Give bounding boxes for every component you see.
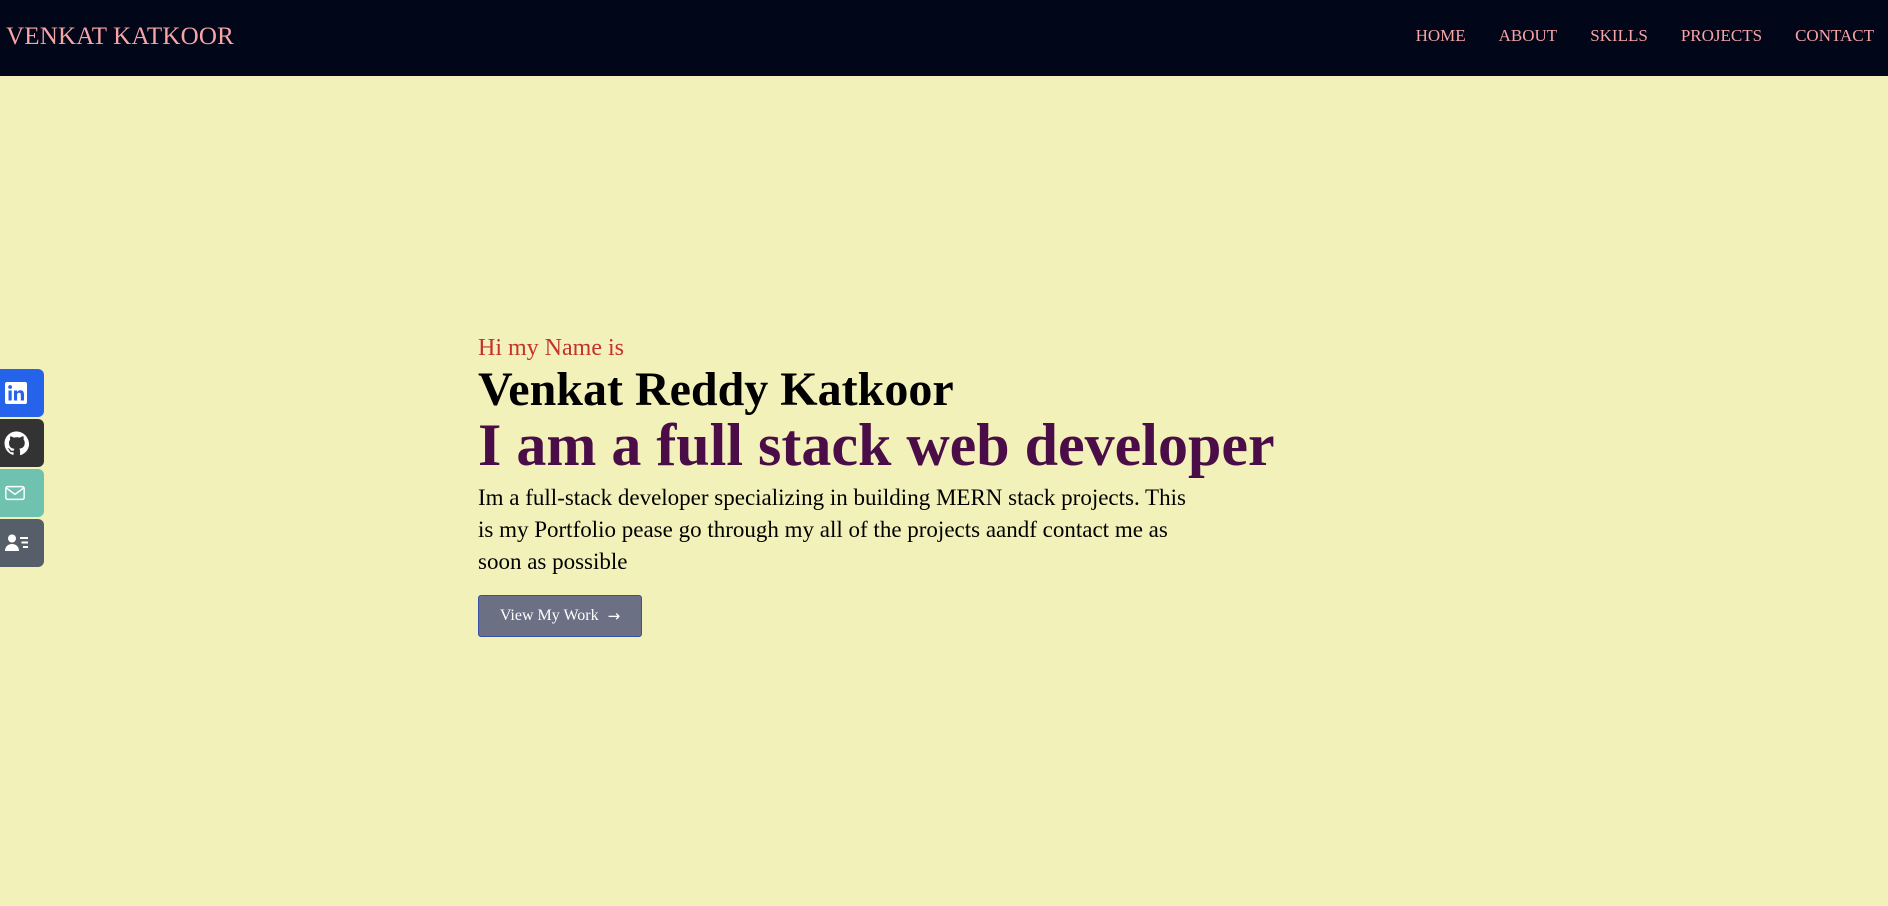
nav-link-about[interactable]: ABOUT [1499, 26, 1558, 46]
nav-link-contact[interactable]: CONTACT [1795, 26, 1874, 46]
arrow-right-icon: → [607, 607, 621, 625]
github-icon [4, 431, 29, 455]
hero-section: Hi my Name is Venkat Reddy Katkoor I am … [478, 334, 1275, 637]
nav-link-projects[interactable]: PROJECTS [1681, 26, 1762, 46]
linkedin-icon [5, 382, 27, 404]
hero-description: Im a full-stack developer specializing i… [478, 485, 1186, 574]
email-link[interactable] [0, 469, 44, 517]
greeting-text: Hi my Name is [478, 335, 624, 361]
social-sidebar [0, 369, 44, 569]
github-link[interactable] [0, 419, 44, 467]
hero-name: Venkat Reddy Katkoor [478, 363, 954, 416]
resume-link[interactable] [0, 519, 44, 567]
view-my-work-label: View My Work [499, 607, 599, 624]
hero-role: I am a full stack web developer [478, 412, 1275, 478]
nav-link-home[interactable]: HOME [1416, 26, 1466, 46]
resume-icon [5, 534, 28, 551]
linkedin-link[interactable] [0, 369, 44, 417]
nav-link-skills[interactable]: SKILLS [1590, 26, 1648, 46]
nav-links: HOME ABOUT SKILLS PROJECTS CONTACT [1383, 26, 1874, 46]
brand-logo[interactable]: VENKAT KATKOOR [6, 23, 234, 51]
mail-icon [5, 485, 25, 501]
view-my-work-button[interactable]: View My Work → [478, 595, 642, 637]
navbar: VENKAT KATKOOR HOME ABOUT SKILLS PROJECT… [0, 0, 1888, 76]
